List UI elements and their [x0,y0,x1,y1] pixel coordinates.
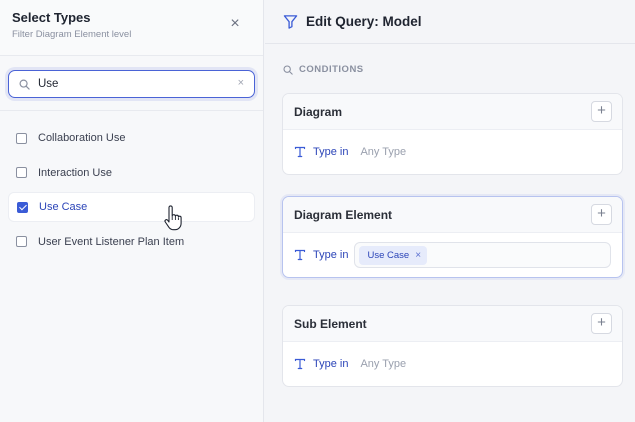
type-in-operator[interactable]: Type in [313,358,348,370]
condition-card-diagram-element: Diagram Element + Type in Use Case × [282,196,623,278]
panel-title: Select Types [12,10,91,25]
search-field[interactable]: × [8,70,255,98]
search-input[interactable] [38,78,218,90]
condition-card-diagram: Diagram + Type in Any Type [282,93,623,175]
type-list: Collaboration Use Interaction Use Use Ca… [0,111,263,257]
list-item-label: Use Case [39,201,88,213]
card-body: Type in Any Type [283,130,622,174]
condition-card-sub-element: Sub Element + Type in Any Type [282,305,623,387]
add-condition-button[interactable]: + [591,204,612,225]
panel-subtitle: Filter Diagram Element level [12,29,132,40]
list-item-collaboration-use[interactable]: Collaboration Use [8,123,255,153]
text-type-icon [294,249,306,261]
checkbox[interactable] [16,167,27,178]
checkbox-checked[interactable] [17,201,28,213]
close-icon[interactable]: × [227,16,243,32]
query-title: Edit Query: Model [306,14,422,29]
list-item-label: Collaboration Use [38,132,126,144]
type-chip: Use Case × [359,245,428,265]
card-title: Diagram [294,104,343,119]
type-in-operator[interactable]: Type in [313,146,348,158]
card-header: Diagram + [283,94,622,130]
checkbox[interactable] [16,236,27,247]
query-header: Edit Query: Model [265,0,635,44]
search-icon [19,79,30,90]
checkbox[interactable] [16,132,27,144]
text-type-icon [294,146,306,158]
filter-icon [283,15,298,29]
card-title: Sub Element [294,316,367,331]
text-type-icon [294,358,306,370]
pointer-cursor-icon [164,205,182,231]
card-header: Diagram Element + [283,197,622,233]
list-item-interaction-use[interactable]: Interaction Use [8,158,255,188]
select-types-panel: Select Types Filter Diagram Element leve… [0,0,264,422]
conditions-label: CONDITIONS [265,64,635,75]
card-body: Type in Use Case × [283,233,622,277]
list-item-label: Interaction Use [38,166,112,179]
type-value-placeholder[interactable]: Any Type [360,358,406,370]
card-header: Sub Element + [283,306,622,342]
search-area: × [0,56,263,111]
type-value-field[interactable]: Use Case × [354,242,612,268]
add-condition-button[interactable]: + [591,101,612,122]
list-item-label: User Event Listener Plan Item [38,235,185,248]
conditions-text: CONDITIONS [299,64,364,75]
card-body: Type in Any Type [283,342,622,386]
edit-query-panel: Edit Query: Model CONDITIONS Diagram + T… [265,0,635,422]
card-title: Diagram Element [294,207,393,222]
chip-remove-icon[interactable]: × [415,250,421,261]
list-item-user-event-listener-plan-item[interactable]: User Event Listener Plan Item [8,227,255,257]
search-icon [283,64,293,75]
list-item-use-case[interactable]: Use Case [8,192,255,222]
add-condition-button[interactable]: + [591,313,612,334]
type-in-operator[interactable]: Type in [313,249,348,261]
chip-label: Use Case [367,249,410,261]
type-value-placeholder[interactable]: Any Type [360,146,406,158]
clear-icon[interactable]: × [238,77,244,89]
panel-header: Select Types Filter Diagram Element leve… [0,0,263,56]
